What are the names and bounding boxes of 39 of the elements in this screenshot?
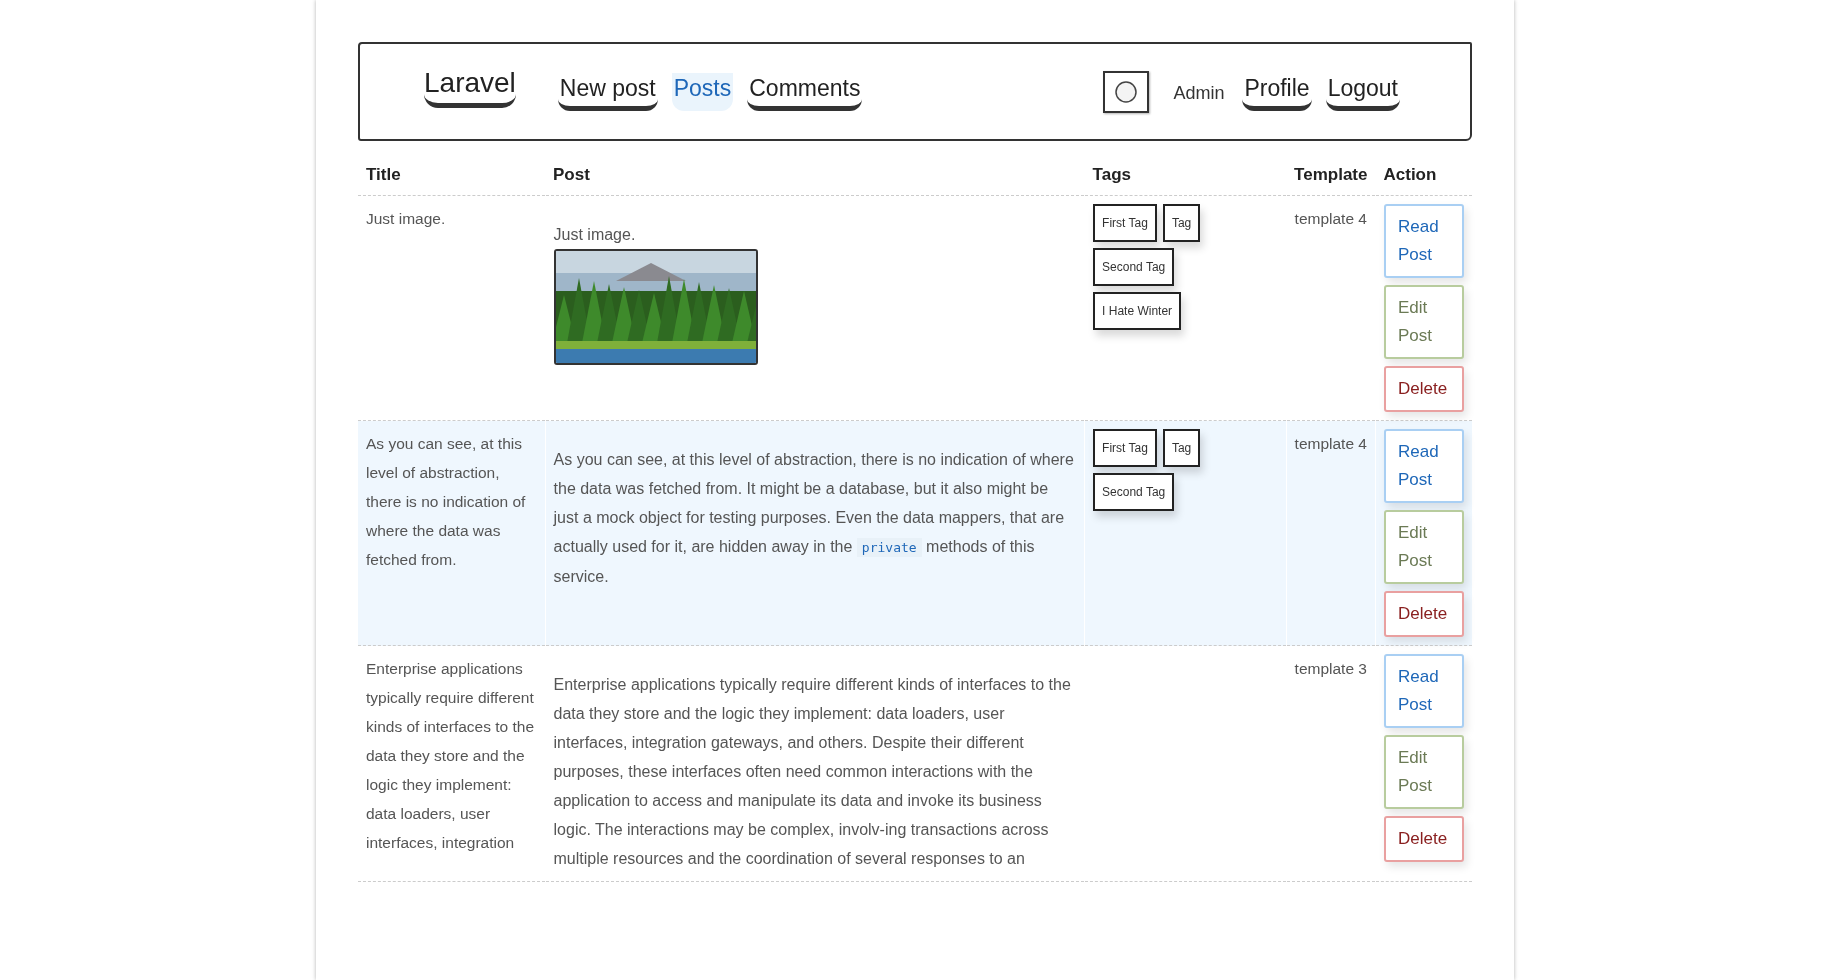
- column-header: Tags: [1084, 157, 1287, 196]
- column-header: Title: [358, 157, 546, 196]
- tag[interactable]: Tag: [1162, 429, 1201, 467]
- edit-button[interactable]: Edit Post: [1384, 285, 1464, 359]
- read-button[interactable]: Read Post: [1384, 204, 1464, 278]
- edit-button[interactable]: Edit Post: [1384, 510, 1464, 584]
- nav-link[interactable]: Comments: [747, 72, 863, 111]
- tag[interactable]: First Tag: [1093, 429, 1157, 467]
- post-text: Just image.: [553, 225, 637, 245]
- nav-link[interactable]: Posts: [671, 72, 734, 111]
- nav-link[interactable]: Profile: [1242, 72, 1312, 111]
- template-text: template 3: [1294, 659, 1367, 679]
- post-text: Enterprise applications typically require different kinds of interfaces to the data they store and the logic they implement: data loaders, user interfaces, integration gateways, and others. Despite their different purposes, these interfaces often need common interactions with the application to access and manipulate its data and invoke its business logic. The interactions may be complex, involv-ing transactions across multiple resources and the coordination of several responses to an: [553, 675, 1072, 869]
- tag[interactable]: First Tag: [1093, 204, 1157, 242]
- delete-button[interactable]: Delete: [1384, 366, 1464, 412]
- template-text: template 4: [1294, 434, 1367, 454]
- read-button[interactable]: Read Post: [1384, 654, 1464, 728]
- title-text: Just image.: [366, 209, 447, 229]
- template-text: template 4: [1294, 209, 1367, 229]
- column-header: Action: [1375, 157, 1472, 196]
- delete-button[interactable]: Delete: [1384, 591, 1464, 637]
- user-name: Admin: [1173, 83, 1225, 104]
- post-text: As you can see, at this level of abstraction, there is no indication of where the data was fetched from. It might be a database, but it also might be just a mock object for testing purposes. Even the data mappers, that are actually used for it, are hidden away in the private methods of this service.: [553, 450, 1075, 587]
- tag[interactable]: Tag: [1162, 204, 1201, 242]
- avatar-icon: [1114, 79, 1139, 104]
- avatar[interactable]: [1103, 70, 1150, 113]
- nav-link[interactable]: New post: [557, 72, 658, 111]
- read-button[interactable]: Read Post: [1384, 429, 1464, 503]
- tag[interactable]: Second Tag: [1093, 473, 1175, 511]
- tag[interactable]: Second Tag: [1093, 248, 1175, 286]
- title-text: Enterprise applications typically require different kinds of interfaces to the data they store and the logic they implement: data loaders, user interfaces, integration: [366, 659, 535, 853]
- brand-link[interactable]: Laravel: [424, 67, 516, 108]
- tag[interactable]: I Hate Winter: [1093, 292, 1182, 330]
- column-header: Template: [1286, 157, 1376, 196]
- nav-link[interactable]: Logout: [1325, 72, 1400, 111]
- column-header: Post: [545, 157, 1085, 196]
- edit-button[interactable]: Edit Post: [1384, 735, 1464, 809]
- delete-button[interactable]: Delete: [1384, 816, 1464, 862]
- title-text: As you can see, at this level of abstraction, there is no indication of where the data was fetched from.: [366, 434, 527, 570]
